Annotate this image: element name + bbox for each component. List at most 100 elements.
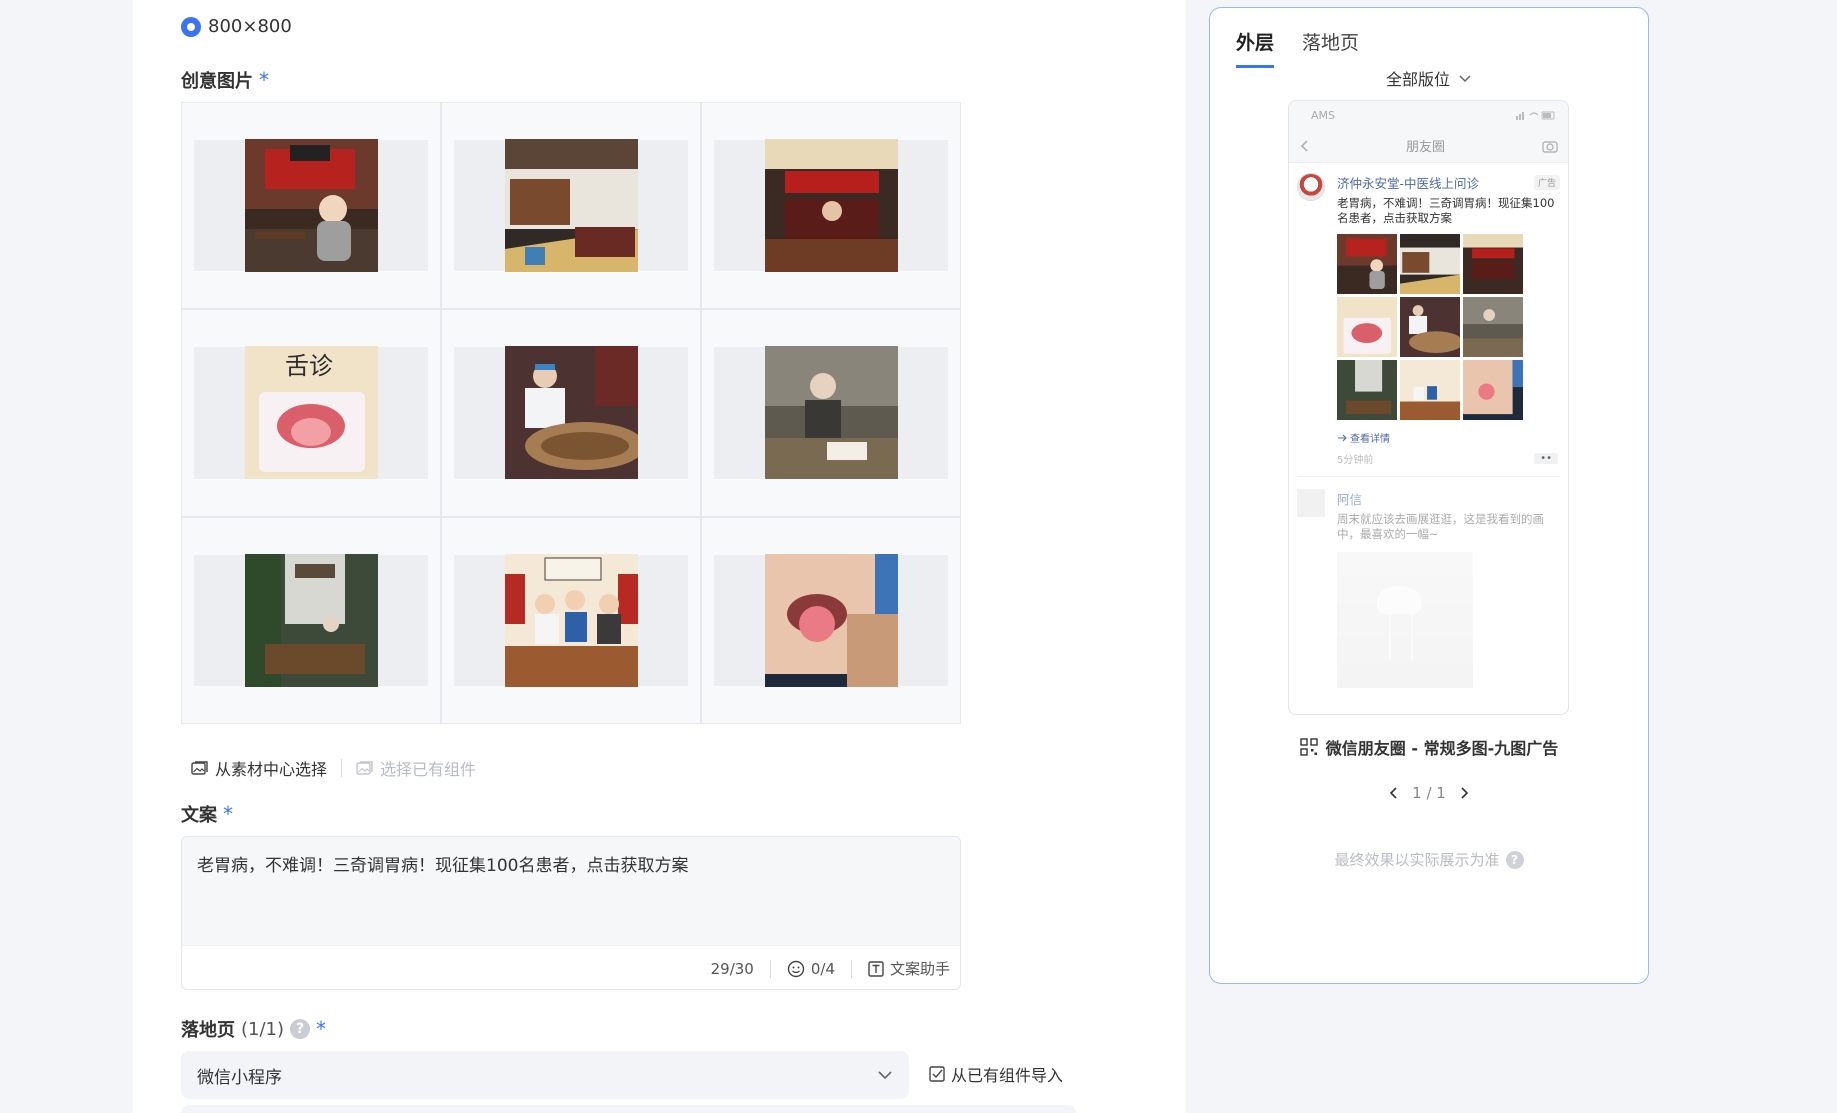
tcm-cartoon-doctor-image xyxy=(244,139,378,273)
copy-label: 文案 * xyxy=(181,802,233,826)
more-dots: •• xyxy=(1534,453,1558,464)
image-library-icon xyxy=(191,761,208,775)
radio-checked-icon xyxy=(181,16,201,37)
image-slot-6[interactable] xyxy=(701,309,961,517)
landing-count: (1/1) xyxy=(241,1018,285,1040)
image-slot-9[interactable] xyxy=(701,516,961,724)
tab-outer-layer[interactable]: 外层 xyxy=(1236,28,1275,68)
divider xyxy=(341,759,343,777)
chevron-down-icon xyxy=(1459,74,1471,82)
select-from-material-button[interactable]: 从素材中心选择 xyxy=(191,756,327,780)
ad-tag: 广告 xyxy=(1533,175,1560,190)
preview-image-9 xyxy=(1463,360,1523,420)
preview-tabs: 外层 落地页 xyxy=(1236,28,1359,68)
phone-status-bar: AMS xyxy=(1289,101,1568,129)
image-library-icon xyxy=(356,761,373,775)
image-slot-2[interactable] xyxy=(441,102,701,310)
preview-image-8 xyxy=(1400,360,1460,420)
emoji-counter: 0/4 xyxy=(810,959,835,978)
ad-image-grid xyxy=(1337,234,1560,420)
image-slot-3[interactable] xyxy=(701,102,961,310)
qr-code-icon[interactable] xyxy=(1300,738,1318,756)
moments-title: 朋友圈 xyxy=(1405,140,1445,155)
help-icon[interactable]: ? xyxy=(1505,850,1524,869)
advertiser-name: 济仲永安堂-中医线上问诊 xyxy=(1337,176,1480,191)
prev-page-icon[interactable] xyxy=(1388,786,1398,800)
preview-image-1 xyxy=(1337,234,1397,294)
import-check-icon xyxy=(929,1066,945,1082)
copy-assistant-button[interactable]: 文案助手 xyxy=(868,958,950,979)
advertiser-avatar xyxy=(1297,173,1325,201)
select-existing-component-button[interactable]: 选择已有组件 xyxy=(356,756,476,780)
friend-name: 阿信 xyxy=(1337,492,1363,507)
friend-post: 阿信 周末就应该去画展逛逛，这是我看到的画中，最喜欢的一幅~ xyxy=(1289,477,1568,688)
preview-format-title: 微信朋友圈 - 常规多图-九图广告 xyxy=(1210,735,1648,759)
preview-image-6 xyxy=(1463,297,1523,357)
char-counter: 29/30 xyxy=(710,959,754,978)
text-assistant-icon xyxy=(868,960,884,977)
emoji-button[interactable]: 0/4 xyxy=(787,960,835,978)
image-slot-4[interactable]: 舌诊 xyxy=(181,309,441,517)
signal-battery-icon xyxy=(1516,111,1555,120)
post-time: 5分钟前 xyxy=(1337,455,1374,466)
help-icon[interactable]: ? xyxy=(290,1019,311,1039)
preview-image-4 xyxy=(1337,297,1397,357)
preview-pager: 1 / 1 xyxy=(1210,784,1648,802)
chevron-down-icon xyxy=(878,1071,892,1080)
required-mark: * xyxy=(223,802,233,826)
size-option-radio[interactable]: 800×800 xyxy=(181,16,292,37)
next-page-icon[interactable] xyxy=(1460,786,1470,800)
tongue-diagnosis-chart-image: 舌诊 xyxy=(244,346,378,480)
emoji-icon xyxy=(787,960,805,977)
ad-post: 济仲永安堂-中医线上问诊 广告 老胃病，不难调！三奇调胃病！现征集100名患者，… xyxy=(1289,163,1568,477)
creative-image-grid: 舌诊 xyxy=(181,102,961,724)
image-slot-7[interactable] xyxy=(181,516,441,724)
view-details-link: 查看详情 xyxy=(1337,430,1560,445)
preview-image-3 xyxy=(1463,234,1523,294)
preview-image-2 xyxy=(1400,234,1460,294)
textarea-toolbar: 29/30 0/4 文案助手 xyxy=(182,945,960,989)
ad-form-panel: 800×800 创意图片 * 舌诊 从素材中心选择 选择已有组件 文案 * 老胃… xyxy=(133,0,1186,1113)
preview-image-7 xyxy=(1337,360,1397,420)
image-slot-5[interactable] xyxy=(441,309,701,517)
svg-text:舌诊: 舌诊 xyxy=(285,352,333,380)
friend-avatar xyxy=(1297,489,1325,517)
landing-type-value: 微信小程序 xyxy=(197,1067,282,1088)
creative-images-label: 创意图片 * xyxy=(181,68,269,92)
herbs-sorting-masked-image xyxy=(504,346,638,480)
friend-post-image xyxy=(1337,552,1473,688)
landing-type-select[interactable]: 微信小程序 xyxy=(181,1051,909,1099)
page-indicator: 1 / 1 xyxy=(1412,784,1446,802)
image-source-actions: 从素材中心选择 选择已有组件 xyxy=(191,756,476,780)
required-mark: * xyxy=(259,68,269,92)
pharmacy-interior-image xyxy=(504,139,638,273)
image-slot-8[interactable] xyxy=(441,516,701,724)
landing-page-label: 落地页 (1/1) ? * xyxy=(181,1017,327,1041)
size-option-label: 800×800 xyxy=(208,16,292,37)
phone-nav-bar: 朋友圈 xyxy=(1289,129,1568,163)
import-from-component-link[interactable]: 从已有组件导入 xyxy=(929,1062,1063,1086)
ad-preview-panel: 外层 落地页 全部版位 AMS 朋友圈 济仲永安堂-中医线上问诊 广告 老胃病，… xyxy=(1209,7,1649,984)
ad-copy-text[interactable]: 老胃病，不难调！三奇调胃病！现征集100名患者，点击获取方案 xyxy=(182,837,960,945)
ad-post-text: 老胃病，不难调！三奇调胃病！现征集100名患者，点击获取方案 xyxy=(1337,196,1555,225)
divider xyxy=(769,959,771,978)
preview-image-5 xyxy=(1400,297,1460,357)
clinic-hall-doctor-image xyxy=(764,139,898,273)
back-arrow-icon xyxy=(1300,139,1308,152)
phone-mockup: AMS 朋友圈 济仲永安堂-中医线上问诊 广告 老胃病，不难调！三奇调胃病！现征… xyxy=(1288,100,1569,715)
next-field-partial xyxy=(181,1105,1076,1113)
cartoon-consultation-image xyxy=(504,553,638,687)
preview-disclaimer: 最终效果以实际展示为准 ? xyxy=(1210,849,1648,870)
divider xyxy=(850,959,852,978)
tab-landing-page[interactable]: 落地页 xyxy=(1302,28,1359,68)
camera-icon xyxy=(1542,140,1558,153)
placement-dropdown[interactable]: 全部版位 xyxy=(1210,66,1648,90)
ad-copy-textarea[interactable]: 老胃病，不难调！三奇调胃病！现征集100名患者，点击获取方案 29/30 0/4… xyxy=(181,836,961,990)
image-slot-1[interactable] xyxy=(181,102,441,310)
required-mark: * xyxy=(316,1017,327,1041)
tongue-video-call-image xyxy=(764,553,898,687)
link-icon xyxy=(1338,434,1347,441)
courtyard-herbalist-image xyxy=(244,553,378,687)
friend-post-text: 周末就应该去画展逛逛，这是我看到的画中，最喜欢的一幅~ xyxy=(1337,512,1544,541)
elder-writing-prescription-image xyxy=(764,346,898,480)
